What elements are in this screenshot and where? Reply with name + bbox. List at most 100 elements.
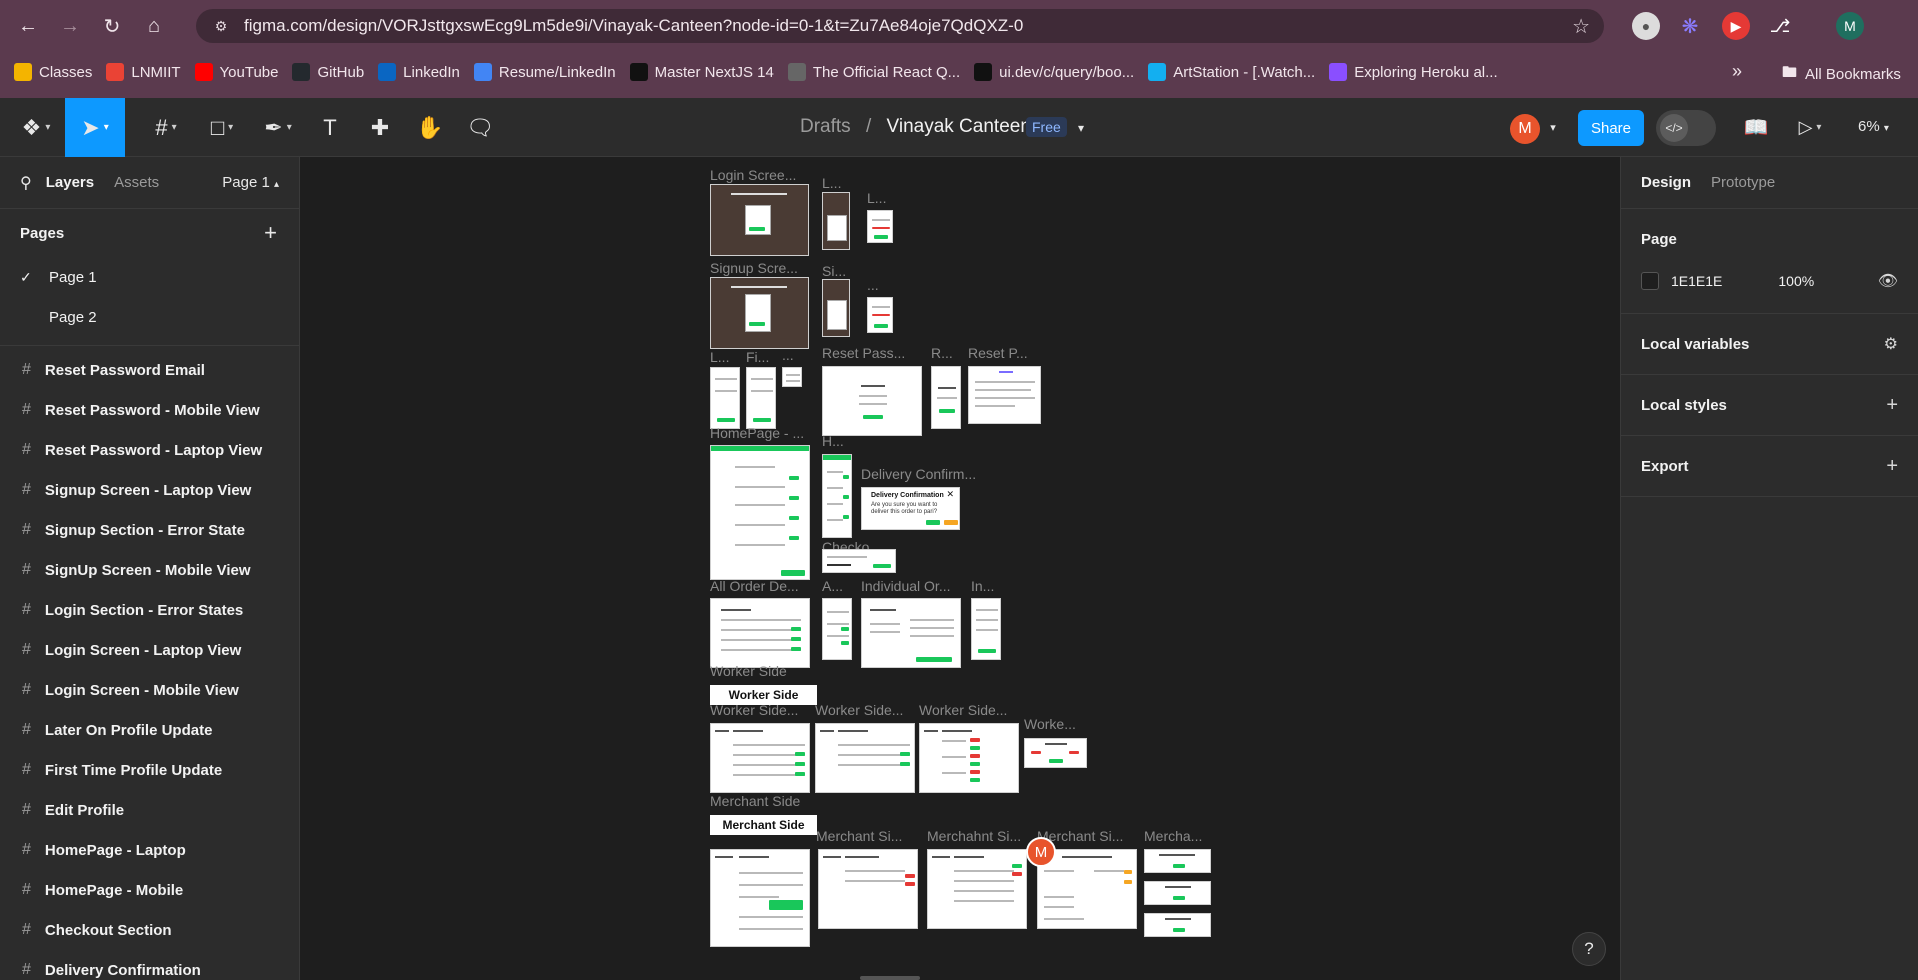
frame-label[interactable]: Worker Side... [919,702,1007,718]
layer-item[interactable]: # Delivery Confirmation [0,950,299,980]
frame-merchant-assign-worker[interactable] [818,849,918,929]
add-style-icon[interactable]: + [1886,394,1898,417]
frame-homepage-mobile[interactable] [822,454,852,538]
frame-label[interactable]: Delivery Confirm... [861,466,976,482]
bookmark-item[interactable]: Exploring Heroku al... [1329,63,1498,81]
page-fill-swatch[interactable] [1641,272,1659,290]
frame-label[interactable]: Mercha... [1144,828,1202,844]
library-book-icon[interactable]: 📖 [1730,98,1782,157]
frame-label[interactable]: All Order De... [710,578,799,594]
hand-tool-icon[interactable]: ✋ [404,98,456,157]
present-play-icon[interactable]: ▷ ▾ [1784,98,1836,157]
add-page-icon[interactable]: + [264,220,277,246]
address-bar[interactable]: ⚙ figma.com/design/VORJsttgxswEcg9Lm5de9… [196,9,1604,43]
bookmark-item[interactable]: LinkedIn [378,63,460,81]
design-canvas[interactable]: Login Scree... L... L... Signup Scre... … [300,157,1620,980]
frame-first-profile[interactable] [746,367,776,429]
page-fill-hex[interactable]: 1E1E1E [1671,273,1722,289]
frame-label[interactable]: Fi... [746,349,769,365]
page-selector[interactable]: Page 1 ▴ [222,174,279,191]
profile-avatar[interactable]: M [1836,12,1864,40]
plan-badge[interactable]: Free [1026,117,1067,137]
frame-label[interactable]: L... [822,175,841,191]
user-avatar[interactable]: M [1510,114,1540,144]
bookmark-item[interactable]: YouTube [194,63,278,81]
bookmark-item[interactable]: GitHub [292,63,364,81]
page-item[interactable]: ✓ Page 1 [0,257,299,297]
frame-reset-email[interactable] [968,366,1041,424]
layer-item[interactable]: # Login Screen - Mobile View [0,670,299,710]
extension-icon-1[interactable]: ● [1632,12,1660,40]
frame-signup-laptop[interactable] [710,277,809,349]
frame-individual-order-mobile[interactable] [971,598,1001,660]
comment-tool-icon[interactable]: 🗨 [454,98,506,157]
variables-settings-icon[interactable]: ⚙ [1884,334,1898,354]
frame-label[interactable]: HomePage - ... [710,425,804,441]
frame-label[interactable]: H... [822,433,844,449]
frame-worker-orders-received[interactable] [710,723,810,793]
frame-merchant-dialog-3[interactable] [1144,913,1211,937]
frame-label[interactable]: Signup Scre... [710,260,798,276]
layer-item[interactable]: # Edit Profile [0,790,299,830]
frame-label[interactable]: In... [971,578,994,594]
forward-icon[interactable]: → [52,8,88,44]
frame-homepage-laptop[interactable] [710,445,810,580]
eye-icon[interactable]: 👁 [1878,271,1898,291]
pen-tool-icon[interactable]: ✒ ▾ [252,98,304,157]
add-export-icon[interactable]: + [1886,455,1898,478]
multiplayer-chevron-icon[interactable]: ▾ [1540,98,1566,157]
frame-label[interactable]: Merchant Side [710,793,800,809]
tab-design[interactable]: Design [1641,174,1691,191]
bookmark-item[interactable]: The Official React Q... [787,63,960,81]
tab-layers[interactable]: Layers [46,174,94,191]
frame-label[interactable]: Login Scree... [710,167,796,183]
bookmark-star-icon[interactable]: ☆ [1572,14,1590,39]
search-icon[interactable]: ⚲ [20,173,32,193]
move-tool-icon[interactable]: ➤ ▾ [65,98,125,157]
text-tool-icon[interactable]: T [304,98,356,157]
frame-later-profile[interactable] [710,367,740,429]
url-text[interactable]: figma.com/design/VORJsttgxswEcg9Lm5de9i/… [244,16,1023,36]
export-section[interactable]: Export + [1621,436,1918,497]
frame-label[interactable]: L... [710,349,729,365]
zoom-level[interactable]: 6% ▾ [1858,118,1889,135]
local-styles-section[interactable]: Local styles + [1621,375,1918,436]
frame-all-orders-mobile[interactable] [822,598,852,660]
dev-mode-toggle[interactable]: </> [1656,110,1716,146]
merchant-side-header[interactable]: Merchant Side [710,815,817,835]
frame-signup-error[interactable] [867,297,893,333]
extension-icon-2[interactable]: ❋ [1676,12,1704,40]
frame-tool-icon[interactable]: # ▾ [140,98,192,157]
page-fill-opacity[interactable]: 100% [1778,273,1814,289]
frame-individual-order-laptop[interactable] [861,598,961,668]
frame-label[interactable]: Individual Or... [861,578,951,594]
frame-label[interactable]: Worker Side... [815,702,903,718]
frame-edit-profile[interactable] [782,367,802,387]
layer-item[interactable]: # Reset Password - Mobile View [0,390,299,430]
frame-login-mobile[interactable] [822,192,850,250]
frame-label[interactable]: Worker Side... [710,702,798,718]
all-bookmarks-button[interactable]: 🖿 All Bookmarks [1782,62,1901,87]
layer-item[interactable]: # Reset Password - Laptop View [0,430,299,470]
frame-all-orders-laptop[interactable] [710,598,810,668]
resources-tool-icon[interactable]: ✚ [354,98,406,157]
tab-prototype[interactable]: Prototype [1711,174,1775,191]
frame-worker-add-item[interactable] [1024,738,1087,768]
layer-item[interactable]: # First Time Profile Update [0,750,299,790]
frame-label[interactable]: ... [782,347,794,363]
frame-delivery-confirmation[interactable]: Delivery Confirmation ✕ Are you sure you… [861,487,960,530]
breadcrumb-drafts[interactable]: Drafts [800,116,851,137]
frame-merchant-orders[interactable] [710,849,810,947]
page-item[interactable]: Page 2 [0,297,299,337]
file-menu-chevron-icon[interactable]: ▾ [1066,98,1096,157]
frame-login-error[interactable] [867,210,893,243]
layer-item[interactable]: # Later On Profile Update [0,710,299,750]
layer-item[interactable]: # Login Screen - Laptop View [0,630,299,670]
frame-label[interactable]: ... [867,277,879,293]
frame-merchant-orders-history[interactable] [927,849,1027,929]
bookmark-item[interactable]: LNMIIT [106,63,181,81]
layer-item[interactable]: # HomePage - Mobile [0,870,299,910]
help-button[interactable]: ? [1572,932,1606,966]
tab-assets[interactable]: Assets [114,174,159,191]
frame-label[interactable]: Merchahnt Si... [927,828,1021,844]
